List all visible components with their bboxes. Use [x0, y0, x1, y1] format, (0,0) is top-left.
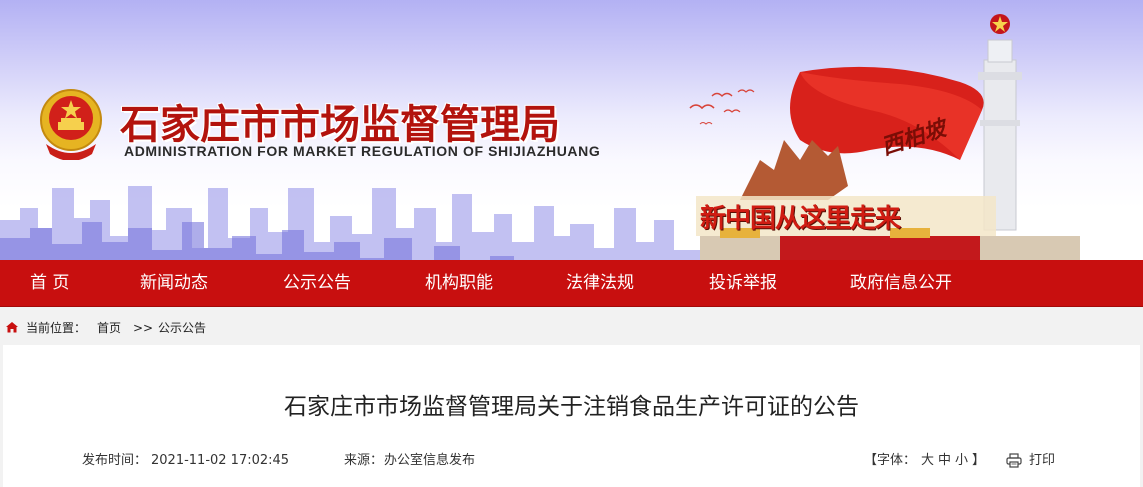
banner-slogan: 新中国从这里走来 — [700, 204, 901, 234]
nav-item-complaints[interactable]: 投诉举报 — [709, 260, 777, 306]
publish-time-label: 发布时间： — [82, 453, 148, 468]
breadcrumb-current-link[interactable]: 公示公告 — [158, 321, 206, 335]
main-nav: 首 页 新闻动态 公示公告 机构职能 法律法规 投诉举报 政府信息公开 — [0, 260, 1143, 307]
print-link[interactable]: 打印 — [1029, 453, 1055, 469]
font-size-close: 】 — [972, 453, 986, 468]
breadcrumb-prefix: 当前位置： — [26, 321, 87, 335]
header-banner: 石家庄市市场监督管理局 ADMINISTRATION FOR MARKET RE… — [0, 0, 1143, 260]
home-icon — [6, 322, 18, 333]
breadcrumb: 当前位置： 首页 >> 公示公告 — [0, 307, 1143, 343]
publish-time-value: 2021-11-02 17:02:45 — [151, 453, 290, 468]
printer-icon[interactable] — [1006, 453, 1022, 468]
site-title: 石家庄市市场监督管理局 — [120, 102, 560, 148]
nav-item-announcements[interactable]: 公示公告 — [283, 260, 351, 306]
font-size-open: 【字体： — [864, 453, 917, 468]
article-title: 石家庄市市场监督管理局关于注销食品生产许可证的公告 — [284, 394, 859, 420]
article-container: 石家庄市市场监督管理局关于注销食品生产许可证的公告 发布时间： 2021-11-… — [3, 345, 1140, 487]
nav-item-news[interactable]: 新闻动态 — [140, 260, 208, 306]
font-size-medium-link[interactable]: 中 — [938, 453, 951, 469]
font-size-small-link[interactable]: 小 — [955, 453, 968, 469]
site-title-english: ADMINISTRATION FOR MARKET REGULATION OF … — [124, 143, 601, 159]
nav-item-home[interactable]: 首 页 — [30, 260, 69, 306]
source-value: 办公室信息发布 — [384, 453, 476, 468]
breadcrumb-separator: >> — [133, 321, 154, 335]
nav-item-gov-info[interactable]: 政府信息公开 — [850, 260, 952, 306]
font-size-large-link[interactable]: 大 — [921, 453, 934, 469]
breadcrumb-home-link[interactable]: 首页 — [97, 321, 121, 335]
nav-item-laws[interactable]: 法律法规 — [566, 260, 634, 306]
national-emblem-icon — [40, 89, 102, 160]
source-label: 来源： — [344, 453, 384, 468]
nav-item-functions[interactable]: 机构职能 — [425, 260, 493, 306]
